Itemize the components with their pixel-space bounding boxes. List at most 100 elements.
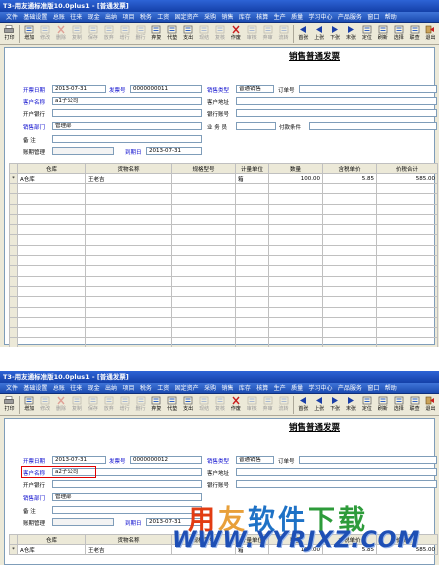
table-row-empty[interactable] [9, 306, 438, 318]
menu-quality[interactable]: 质量 [291, 383, 303, 394]
empty-cell[interactable] [268, 327, 323, 339]
empty-cell[interactable] [85, 306, 172, 318]
toolbar-button-select[interactable]: 选择 [391, 23, 406, 44]
empty-cell[interactable] [171, 234, 236, 246]
invoice-number-field[interactable]: 0000000012 [130, 456, 202, 464]
header-goods-name[interactable]: 货物名称 [85, 163, 172, 174]
empty-cell[interactable] [322, 182, 377, 195]
sale-type-field[interactable]: 普通销售 [236, 85, 274, 93]
sales-dept-field[interactable]: 管理部 [52, 122, 202, 130]
toolbar-button-unreview[interactable]: 弃复 [149, 23, 164, 44]
toolbar-button-advance[interactable]: 代垫 [165, 394, 180, 415]
customer-address-field[interactable] [236, 468, 437, 476]
empty-cell[interactable] [268, 337, 323, 347]
toolbar-button-copy[interactable]: 复制 [70, 23, 85, 44]
empty-cell[interactable] [85, 285, 172, 298]
empty-cell[interactable] [85, 193, 172, 205]
empty-cell[interactable] [268, 296, 323, 308]
invoice-number-field[interactable]: 0000000011 [130, 85, 202, 93]
bank-account-field[interactable] [236, 109, 437, 117]
cell-goods-name[interactable]: 王老吉 [85, 544, 172, 555]
empty-cell[interactable] [17, 285, 86, 298]
empty-cell[interactable] [268, 265, 323, 277]
empty-cell[interactable] [268, 203, 323, 215]
empty-cell[interactable] [171, 203, 236, 215]
empty-cell[interactable] [85, 213, 172, 226]
toolbar-button-add-row[interactable]: 增行 [117, 23, 132, 44]
menu-general-ledger[interactable]: 总账 [53, 383, 65, 394]
order-number-field[interactable] [299, 85, 437, 93]
empty-cell[interactable] [268, 182, 323, 195]
table-row-empty[interactable] [9, 316, 438, 329]
toolbar-button-add[interactable]: 增加 [22, 23, 37, 44]
empty-cell[interactable] [376, 193, 438, 205]
cell-total[interactable]: 585.00 [376, 173, 438, 184]
header-spec[interactable]: 规格型号 [171, 163, 236, 174]
table-row-empty[interactable] [9, 234, 438, 246]
empty-cell[interactable] [235, 203, 269, 215]
empty-cell[interactable] [171, 296, 236, 308]
cell-warehouse[interactable]: A仓库 [17, 544, 86, 555]
menu-quality[interactable]: 质量 [291, 12, 303, 23]
menu-cashier[interactable]: 出纳 [105, 383, 117, 394]
empty-cell[interactable] [17, 182, 86, 195]
bank-field[interactable] [52, 480, 202, 488]
empty-cell[interactable] [171, 316, 236, 329]
empty-cell[interactable] [376, 244, 438, 257]
toolbar-button-advance[interactable]: 代垫 [165, 23, 180, 44]
menu-purchase[interactable]: 采购 [204, 12, 216, 23]
empty-cell[interactable] [376, 182, 438, 195]
menu-cash[interactable]: 现金 [88, 12, 100, 23]
empty-cell[interactable] [235, 327, 269, 339]
toolbar-button-cancel[interactable]: 放弃 [101, 23, 116, 44]
empty-cell[interactable] [85, 234, 172, 246]
empty-cell[interactable] [235, 193, 269, 205]
table-row-empty[interactable] [9, 224, 438, 236]
empty-cell[interactable] [322, 296, 377, 308]
menu-inventory[interactable]: 库存 [239, 383, 251, 394]
invoice-date-field[interactable]: 2013-07-31 [52, 85, 106, 93]
empty-cell[interactable] [322, 224, 377, 236]
empty-cell[interactable] [17, 275, 86, 287]
toolbar-button-delete-row[interactable]: 删行 [133, 23, 148, 44]
empty-cell[interactable] [268, 316, 323, 329]
empty-cell[interactable] [17, 337, 86, 347]
toolbar-button-query[interactable]: 联查 [407, 23, 422, 44]
salesman-field[interactable] [236, 122, 276, 130]
table-row-empty[interactable] [9, 203, 438, 215]
empty-cell[interactable] [171, 337, 236, 347]
table-row-empty[interactable] [9, 213, 438, 226]
due-management-field[interactable] [52, 147, 114, 155]
toolbar-button-exit[interactable]: 退出 [423, 394, 438, 415]
empty-cell[interactable] [85, 182, 172, 195]
menu-sales[interactable]: 销售 [221, 12, 233, 23]
empty-cell[interactable] [171, 224, 236, 236]
customer-name-field[interactable]: a1子公司 [52, 97, 202, 105]
empty-cell[interactable] [235, 255, 269, 267]
header-total[interactable]: 价税合计 [376, 163, 438, 174]
toolbar-button-select[interactable]: 选择 [391, 394, 406, 415]
empty-cell[interactable] [376, 203, 438, 215]
empty-cell[interactable] [376, 224, 438, 236]
toolbar-button-refresh[interactable]: 刷新 [375, 23, 390, 44]
empty-cell[interactable] [376, 296, 438, 308]
toolbar-button-add-row[interactable]: 增行 [117, 394, 132, 415]
empty-cell[interactable] [171, 244, 236, 257]
toolbar-button-save[interactable]: 保存 [85, 23, 100, 44]
sale-type-field[interactable]: 普通销售 [236, 456, 274, 464]
toolbar-button-exit[interactable]: 退出 [423, 23, 438, 44]
table-row-empty[interactable] [9, 275, 438, 287]
menu-file[interactable]: 文件 [6, 12, 18, 23]
cell-warehouse[interactable]: A仓库 [17, 173, 86, 184]
toolbar-button-last[interactable]: 末张 [344, 23, 359, 44]
menu-purchase[interactable]: 采购 [204, 383, 216, 394]
empty-cell[interactable] [85, 296, 172, 308]
empty-cell[interactable] [376, 255, 438, 267]
empty-cell[interactable] [322, 255, 377, 267]
due-management-field[interactable] [52, 518, 114, 526]
table-row-empty[interactable] [9, 255, 438, 267]
table-row-empty[interactable] [9, 285, 438, 298]
toolbar-button-refresh[interactable]: 刷新 [375, 394, 390, 415]
toolbar-button-save[interactable]: 保存 [85, 394, 100, 415]
empty-cell[interactable] [376, 306, 438, 318]
